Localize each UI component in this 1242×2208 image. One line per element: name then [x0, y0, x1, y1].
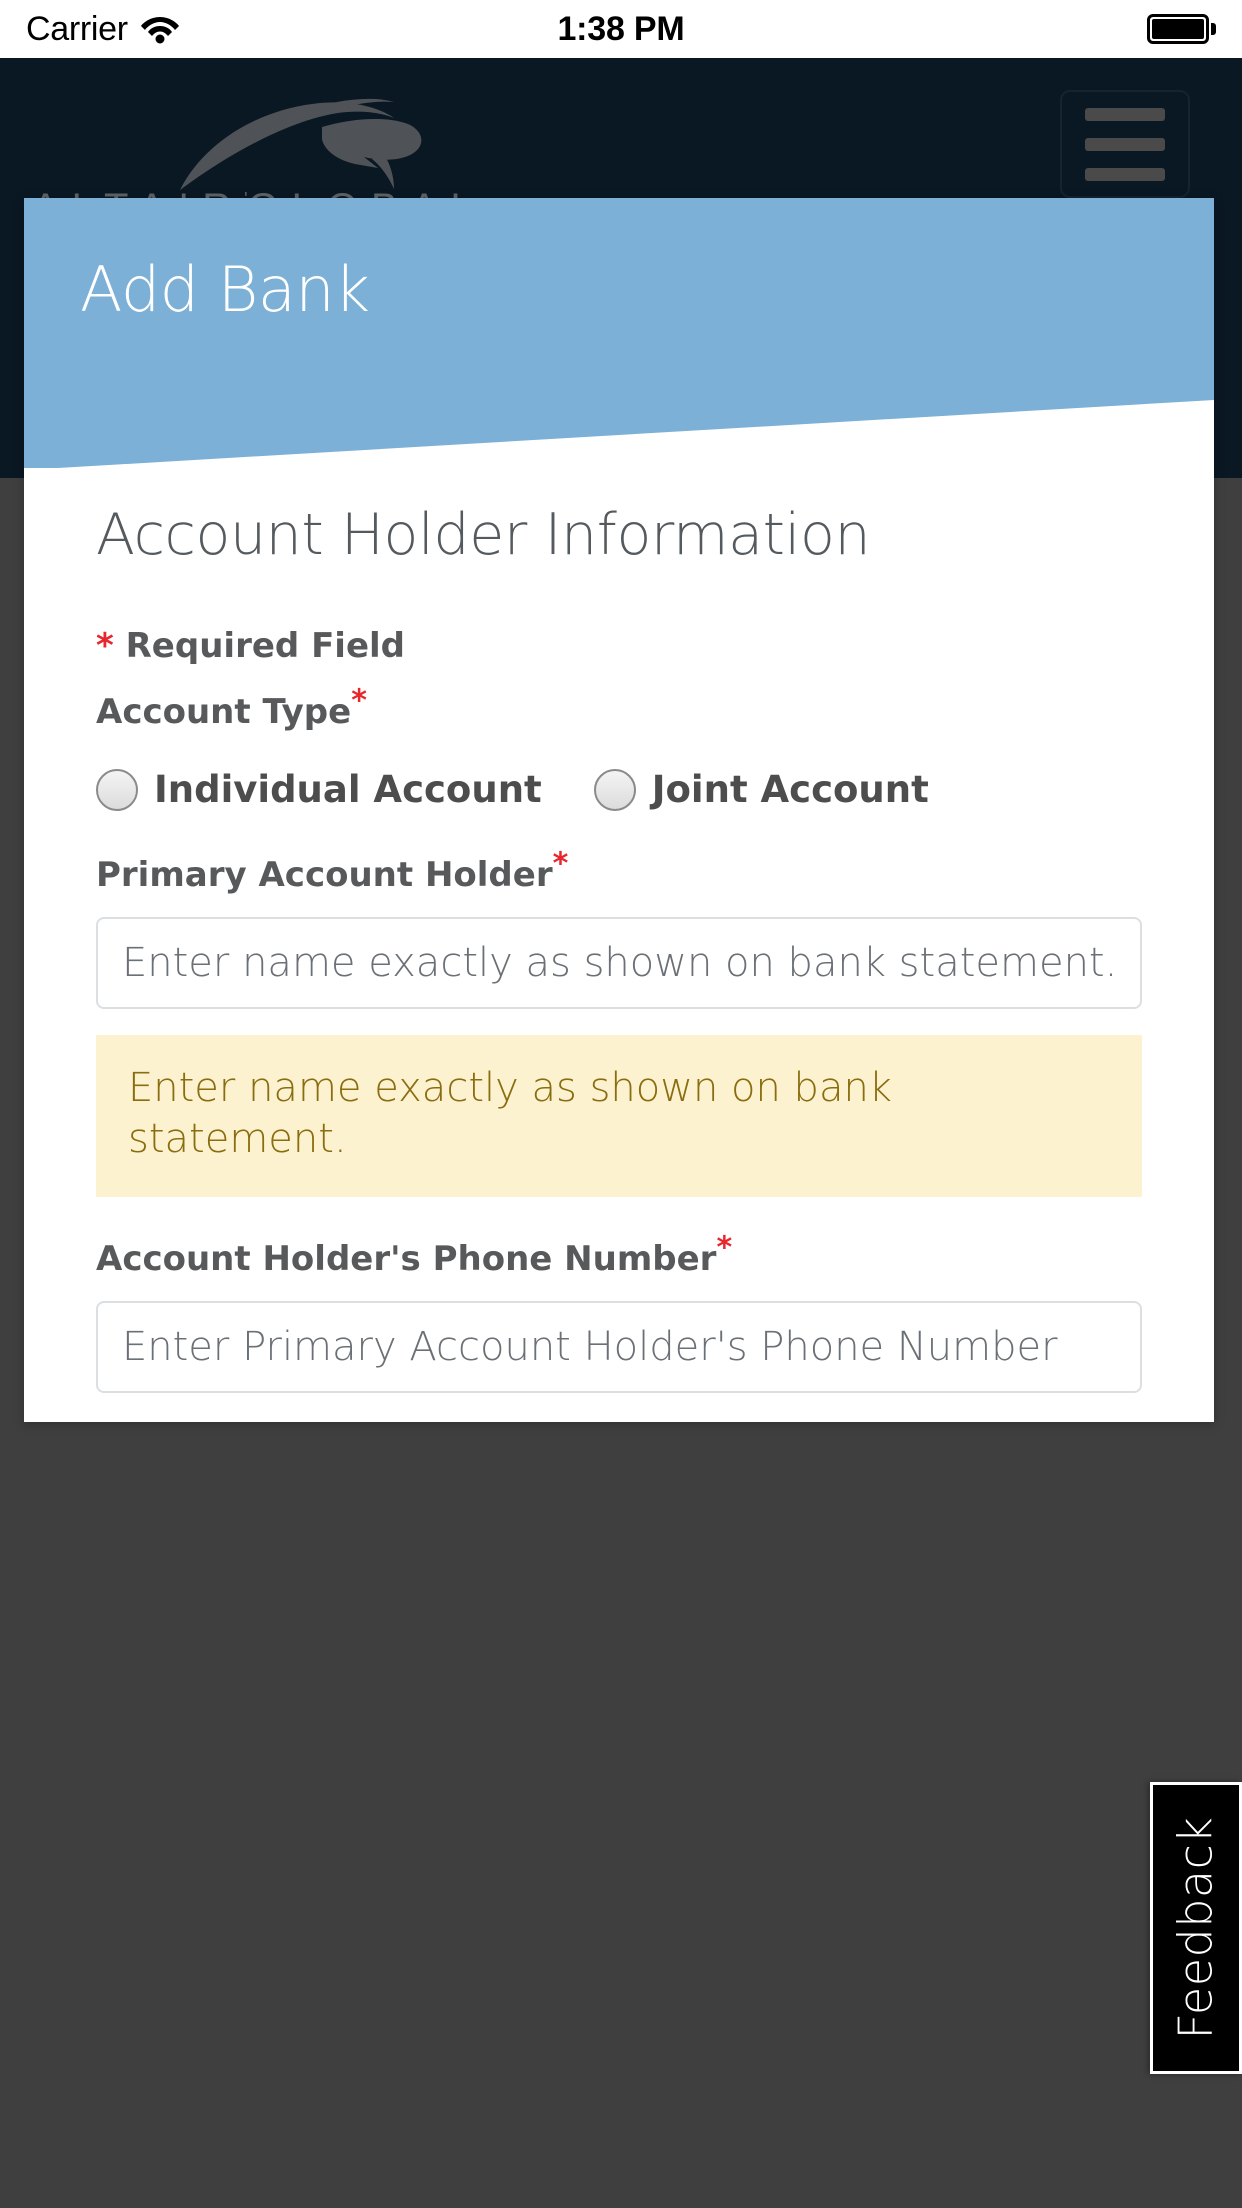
required-field-label: Required Field	[125, 626, 405, 666]
add-bank-modal: Add Bank Account Holder Information * Re…	[24, 198, 1214, 1422]
feedback-tab[interactable]: Feedback	[1150, 1782, 1242, 2074]
required-field-note: * Required Field	[96, 626, 1142, 666]
battery-fill	[1152, 19, 1204, 39]
status-bar-right	[1147, 14, 1216, 44]
section-heading: Account Holder Information	[96, 502, 871, 568]
battery-cap	[1211, 23, 1216, 35]
radio-button-joint-account[interactable]	[593, 768, 636, 811]
status-bar-clock: 1:38 PM	[557, 9, 685, 48]
account-type-radio-group: Individual Account Joint Account	[96, 768, 1142, 811]
phone-number-input[interactable]	[96, 1301, 1142, 1394]
hamburger-bar-2	[1085, 137, 1165, 151]
primary-account-holder-input[interactable]	[96, 917, 1142, 1009]
phone-number-label-text: Account Holder's Phone Number	[96, 1239, 717, 1280]
required-asterisk: *	[96, 626, 114, 666]
account-type-required-marker: *	[351, 683, 367, 719]
primary-account-holder-label-text: Primary Account Holder	[96, 855, 553, 895]
battery-icon	[1147, 14, 1209, 44]
account-type-label: Account Type*	[96, 686, 1142, 732]
modal-title: Add Bank	[80, 253, 370, 326]
hamburger-bar-1	[1085, 107, 1165, 121]
phone-number-required-marker: *	[716, 1231, 733, 1267]
radio-label-individual-account: Individual Account	[154, 768, 542, 811]
header-slant-shape	[58, 400, 1214, 468]
feedback-tab-label: Feedback	[1169, 1816, 1223, 2040]
radio-button-individual-account[interactable]	[96, 768, 138, 811]
account-type-label-text: Account Type	[96, 692, 352, 732]
radio-option-individual-account[interactable]: Individual Account	[96, 768, 542, 811]
radio-option-joint-account[interactable]: Joint Account	[593, 768, 929, 811]
swoosh-svg	[180, 98, 422, 190]
modal-body: Account Holder Information * Required Fi…	[24, 502, 1214, 1422]
primary-account-holder-required-marker: *	[552, 846, 569, 882]
primary-account-holder-hint: Enter name exactly as shown on bank stat…	[96, 1035, 1142, 1198]
primary-account-holder-label: Primary Account Holder*	[96, 849, 1142, 895]
radio-label-joint-account: Joint Account	[651, 768, 929, 811]
phone-number-label: Account Holder's Phone Number*	[96, 1234, 1142, 1280]
altair-swoosh-logo-icon	[172, 94, 432, 198]
hamburger-bar-3	[1085, 167, 1165, 181]
ios-status-bar: Carrier 1:38 PM	[0, 0, 1242, 58]
modal-header: Add Bank	[24, 198, 1214, 468]
hamburger-menu-icon[interactable]	[1060, 90, 1190, 198]
